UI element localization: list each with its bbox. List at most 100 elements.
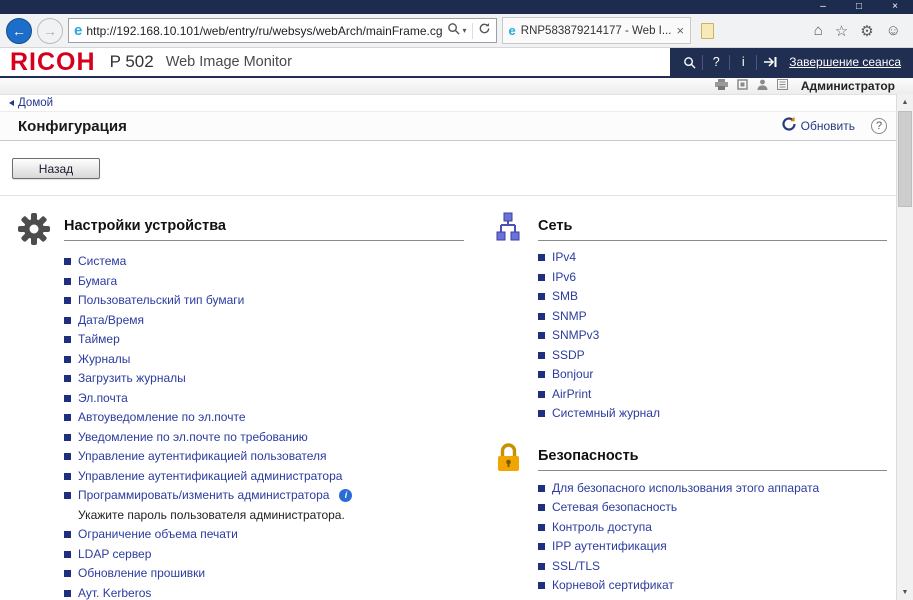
config-link[interactable]: SNMPv3 xyxy=(552,326,599,346)
address-bar[interactable]: e http://192.168.10.101/web/entry/ru/web… xyxy=(68,18,497,43)
config-link[interactable]: SMB xyxy=(552,287,578,307)
printer-status-icon[interactable] xyxy=(715,77,728,95)
config-link[interactable]: Контроль доступа xyxy=(552,518,652,538)
section-title-network: Сеть xyxy=(538,218,572,234)
security-list: Для безопасного использования этого аппа… xyxy=(538,479,887,600)
config-link[interactable]: Сетевая безопасность xyxy=(552,498,677,518)
logout-icon[interactable] xyxy=(757,48,783,76)
browser-tab[interactable]: e RNP583879214177 - Web I... × xyxy=(502,17,692,44)
info-icon[interactable]: i xyxy=(339,489,352,502)
config-link[interactable]: IPP аутентификация xyxy=(552,537,667,557)
toner-status-icon[interactable] xyxy=(737,77,748,95)
config-link[interactable]: IPv4 xyxy=(552,248,576,268)
bullet-icon xyxy=(64,278,71,285)
config-link[interactable]: Управление аутентификацией пользователя xyxy=(78,447,326,467)
config-link[interactable]: Обновление прошивки xyxy=(78,564,205,584)
page-favicon: e xyxy=(74,23,82,38)
config-link[interactable]: Пользовательский тип бумаги xyxy=(78,291,244,311)
bullet-icon xyxy=(538,254,545,261)
refresh-label: Обновить xyxy=(801,119,855,133)
config-link[interactable]: Ограничение объема печати xyxy=(78,525,238,545)
config-list-item: Bonjour xyxy=(538,365,887,385)
forward-button[interactable]: → xyxy=(37,18,63,44)
config-link[interactable]: Системный журнал xyxy=(552,404,660,424)
config-link[interactable]: SSDP xyxy=(552,346,585,366)
config-link[interactable]: Система xyxy=(78,252,126,272)
config-link[interactable]: Журналы xyxy=(78,350,130,370)
bullet-icon xyxy=(64,317,71,324)
config-link[interactable]: Эл.почта xyxy=(78,389,128,409)
config-link[interactable]: Управление аутентификацией администратор… xyxy=(78,467,342,487)
user-icon[interactable] xyxy=(757,77,768,95)
bullet-icon xyxy=(64,453,71,460)
config-link[interactable]: Уведомление по эл.почте по требованию xyxy=(78,428,308,448)
breadcrumb-home-link[interactable]: Домой xyxy=(18,97,53,109)
ricoh-logo: RICOH xyxy=(10,50,96,75)
bullet-icon xyxy=(64,414,71,421)
minimize-button[interactable]: – xyxy=(805,0,841,14)
config-list-item: Журналы xyxy=(64,350,464,370)
settings-icon[interactable]: ⚙ xyxy=(860,22,873,40)
maximize-button[interactable]: □ xyxy=(841,0,877,14)
config-list-item: Ограничение объема печати xyxy=(64,525,464,545)
job-list-icon[interactable] xyxy=(777,77,788,95)
config-link[interactable]: Программировать/изменить администратора xyxy=(78,486,329,506)
bullet-icon xyxy=(538,485,545,492)
refresh-icon[interactable] xyxy=(478,22,491,40)
config-link[interactable]: AirPrint xyxy=(552,385,591,405)
config-link[interactable]: Бумага xyxy=(78,272,117,292)
config-link[interactable]: LDAP сервер xyxy=(78,545,151,565)
back-page-button[interactable]: Назад xyxy=(12,158,100,179)
url-text[interactable]: http://192.168.10.101/web/entry/ru/websy… xyxy=(86,24,442,38)
tab-close-button[interactable]: × xyxy=(676,23,684,38)
config-list-item: Управление аутентификацией пользователя xyxy=(64,447,464,467)
favorites-icon[interactable]: ☆ xyxy=(835,22,848,40)
item-note: Укажите пароль пользователя администрато… xyxy=(64,506,464,526)
logout-link[interactable]: Завершение сеанса xyxy=(789,55,901,69)
config-link[interactable]: Корневой сертификат xyxy=(552,576,674,596)
app-title: Web Image Monitor xyxy=(166,54,292,70)
header-search-icon[interactable] xyxy=(676,48,702,76)
bullet-icon xyxy=(64,492,71,499)
bullet-icon xyxy=(64,551,71,558)
config-link[interactable]: SNMP xyxy=(552,307,587,327)
config-list-item: Аут. Kerberos xyxy=(64,584,464,600)
section-title-device: Настройки устройства xyxy=(64,218,226,234)
config-link[interactable]: Дата/Время xyxy=(78,311,144,331)
home-icon[interactable]: ⌂ xyxy=(814,22,823,39)
config-link[interactable]: Bonjour xyxy=(552,365,593,385)
config-list-item: Система xyxy=(64,252,464,272)
new-tab-button[interactable] xyxy=(696,20,718,42)
config-link[interactable]: SSL/TLS xyxy=(552,557,600,577)
search-icon[interactable] xyxy=(447,22,460,40)
new-tab-page-icon xyxy=(701,23,714,39)
page-scrollbar[interactable]: ▲ ▼ xyxy=(896,94,913,600)
config-link[interactable]: Сертификат устройства xyxy=(552,596,685,600)
config-list-item: Корневой сертификат xyxy=(538,576,887,596)
config-list-item: Сетевая безопасность xyxy=(538,498,887,518)
network-list: IPv4IPv6SMBSNMPSNMPv3SSDPBonjourAirPrint… xyxy=(538,248,887,424)
config-list-item: IPv4 xyxy=(538,248,887,268)
config-link[interactable]: Аут. Kerberos xyxy=(78,584,151,600)
scroll-down-button[interactable]: ▼ xyxy=(897,584,913,600)
tab-favicon: e xyxy=(509,24,516,37)
header-help-icon[interactable]: ? xyxy=(703,48,729,76)
scroll-up-button[interactable]: ▲ xyxy=(897,94,913,110)
config-link[interactable]: Таймер xyxy=(78,330,120,350)
feedback-smiley-icon[interactable]: ☺ xyxy=(886,22,901,39)
device-settings-list: СистемаБумагаПользовательский тип бумаги… xyxy=(64,252,464,600)
page-refresh-icon xyxy=(781,116,797,137)
back-button[interactable]: ← xyxy=(6,18,32,44)
refresh-link[interactable]: Обновить xyxy=(781,116,855,137)
config-link[interactable]: Автоуведомление по эл.почте xyxy=(78,408,246,428)
config-link[interactable]: IPv6 xyxy=(552,268,576,288)
header-info-icon[interactable]: i xyxy=(730,48,756,76)
config-link[interactable]: Загрузить журналы xyxy=(78,369,186,389)
config-list-item: Программировать/изменить администратора i xyxy=(64,486,464,506)
page-help-icon[interactable]: ? xyxy=(871,118,887,134)
search-dropdown-caret[interactable]: ▾ xyxy=(463,26,467,35)
config-link[interactable]: Для безопасного использования этого аппа… xyxy=(552,479,819,499)
config-list-item: IPP аутентификация xyxy=(538,537,887,557)
scrollbar-thumb[interactable] xyxy=(898,111,912,207)
close-button[interactable]: × xyxy=(877,0,913,14)
